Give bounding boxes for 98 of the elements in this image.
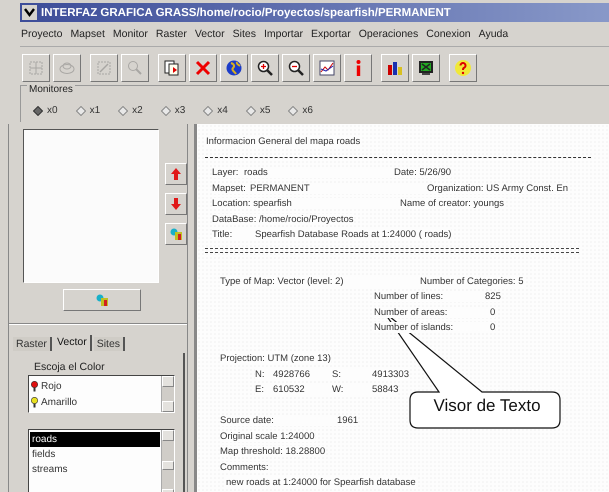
window-menu-button[interactable]	[22, 5, 37, 20]
info-text: Type of Map: Vector (level: 2)	[220, 276, 420, 287]
info-text: Name of creator: youngs	[400, 198, 504, 210]
list-item[interactable]: fields	[30, 447, 160, 462]
down-arrow-icon	[170, 197, 182, 211]
info-text: Number of lines:	[374, 291, 485, 302]
menu-item[interactable]: Importar	[264, 28, 304, 40]
monitor-radio[interactable]: x2	[118, 105, 143, 116]
info-text: S:	[332, 368, 372, 380]
x-icon	[194, 59, 212, 77]
zoom-out-icon	[287, 59, 305, 77]
info-text: 1961	[337, 415, 358, 426]
menu-item[interactable]: Monitor	[112, 28, 148, 40]
callout-text: Visor de Texto	[432, 396, 542, 416]
info-text: 610532	[273, 384, 332, 396]
bar-chart-icon	[386, 59, 404, 77]
info-icon	[354, 60, 362, 76]
info-text: Number of areas:	[374, 306, 490, 318]
list-item[interactable]: streams	[30, 462, 160, 477]
info-text: 4913303	[372, 368, 409, 380]
menu-item[interactable]: Proyecto	[21, 28, 62, 40]
menu-item[interactable]: Vector	[194, 28, 225, 40]
toolbar-button[interactable]	[282, 54, 310, 82]
info-text: Date: 5/26/90	[394, 167, 452, 178]
toolbar-button[interactable]	[381, 54, 409, 82]
monitor-radio[interactable]: x3	[160, 105, 186, 116]
menu-item[interactable]: Operaciones	[358, 28, 418, 40]
info-text: Source date:	[220, 415, 337, 426]
list-item[interactable]: Amarillo	[41, 396, 78, 408]
info-text: Title:	[212, 229, 255, 240]
side-button[interactable]	[165, 163, 187, 185]
info-text: Comments:	[220, 462, 269, 473]
info-text: Original scale 1:24000	[220, 430, 315, 442]
info-text: PERMANENT	[250, 182, 427, 194]
grid-icon	[27, 59, 45, 77]
menu-item[interactable]: Conexion	[426, 28, 471, 40]
help-icon	[454, 59, 472, 77]
monitor-radio[interactable]: x6	[288, 105, 313, 116]
info-text: Mapset:	[212, 182, 250, 194]
info-text: Number of islands:	[374, 322, 490, 334]
scrollbar[interactable]	[161, 430, 174, 492]
toolbar-button[interactable]	[220, 54, 248, 82]
toolbar-button[interactable]	[412, 54, 440, 82]
info-text: E:	[255, 384, 273, 396]
tab[interactable]: Sites	[94, 337, 126, 351]
side-button[interactable]	[165, 193, 187, 215]
field-label: Escoja el Color	[34, 361, 106, 373]
monitor-radio[interactable]: x5	[246, 105, 270, 116]
info-text: W:	[332, 384, 372, 396]
info-text: Layer:	[212, 167, 244, 178]
info-text: new roads at 1:24000 for Spearfish database	[226, 477, 416, 488]
monitor-icon	[417, 59, 435, 77]
menu-item[interactable]: Sites	[232, 28, 256, 40]
up-arrow-icon	[170, 167, 182, 181]
menu-item[interactable]: Mapset	[70, 28, 105, 40]
color-list[interactable]: Rojo Amarillo	[28, 375, 175, 413]
scrollbar[interactable]	[161, 376, 174, 412]
toolbar-button[interactable]	[158, 54, 186, 82]
side-button[interactable]	[165, 223, 187, 245]
globe-icon	[225, 59, 243, 77]
list-item[interactable]: roads	[30, 432, 160, 447]
list-item[interactable]: Rojo	[41, 380, 62, 392]
display-button[interactable]	[63, 289, 141, 311]
tab[interactable]: Raster	[13, 337, 52, 351]
info-text: roads	[244, 167, 394, 178]
layer-list[interactable]: roads fields streams	[28, 429, 175, 492]
info-text: Map threshold: 18.28800	[220, 446, 326, 458]
info-text: 0	[490, 306, 496, 318]
toolbar-button[interactable]	[251, 54, 279, 82]
paint-icon	[96, 293, 108, 307]
info-text: 825	[485, 291, 501, 302]
window-title: INTERFAZ GRAFICA GRASS/home/rocio/Proyectos/spearfish/PERMANENT	[41, 6, 451, 18]
info-text: Informacion General del mapa roads	[206, 136, 360, 148]
info-text: 58843	[372, 384, 398, 396]
monitor-radio[interactable]: x1	[76, 105, 100, 116]
info-text: Number of Categories: 5	[420, 276, 524, 287]
magnifier-icon	[126, 59, 144, 77]
grid-icon	[95, 59, 113, 77]
chart-icon	[318, 59, 336, 77]
info-text: Projection: UTM (zone 13)	[220, 353, 331, 364]
info-text: Location: spearfish	[212, 198, 400, 210]
menu-item[interactable]: Ayuda	[478, 28, 508, 40]
info-text: 4928766	[273, 368, 332, 380]
paint-icon	[170, 227, 182, 241]
chevron-icon	[24, 8, 35, 17]
zoom-in-icon	[256, 59, 274, 77]
toolbar-button[interactable]	[313, 54, 341, 82]
info-text: 0	[490, 322, 496, 334]
info-text: N:	[255, 368, 273, 380]
document-icon	[163, 59, 181, 77]
group-label: Monitores	[27, 84, 75, 95]
info-text: Spearfish Database Roads at 1:24000 ( roads)	[255, 229, 452, 240]
menu-item[interactable]: Raster	[156, 28, 187, 40]
monitor-radio[interactable]: x4	[203, 105, 228, 116]
info-text: Organization: US Army Const. En	[427, 182, 568, 194]
menu-item[interactable]: Exportar	[311, 28, 351, 40]
info-text: DataBase: /home/rocio/Proyectos	[212, 214, 354, 225]
monitor-radio[interactable]: x0	[33, 105, 58, 116]
